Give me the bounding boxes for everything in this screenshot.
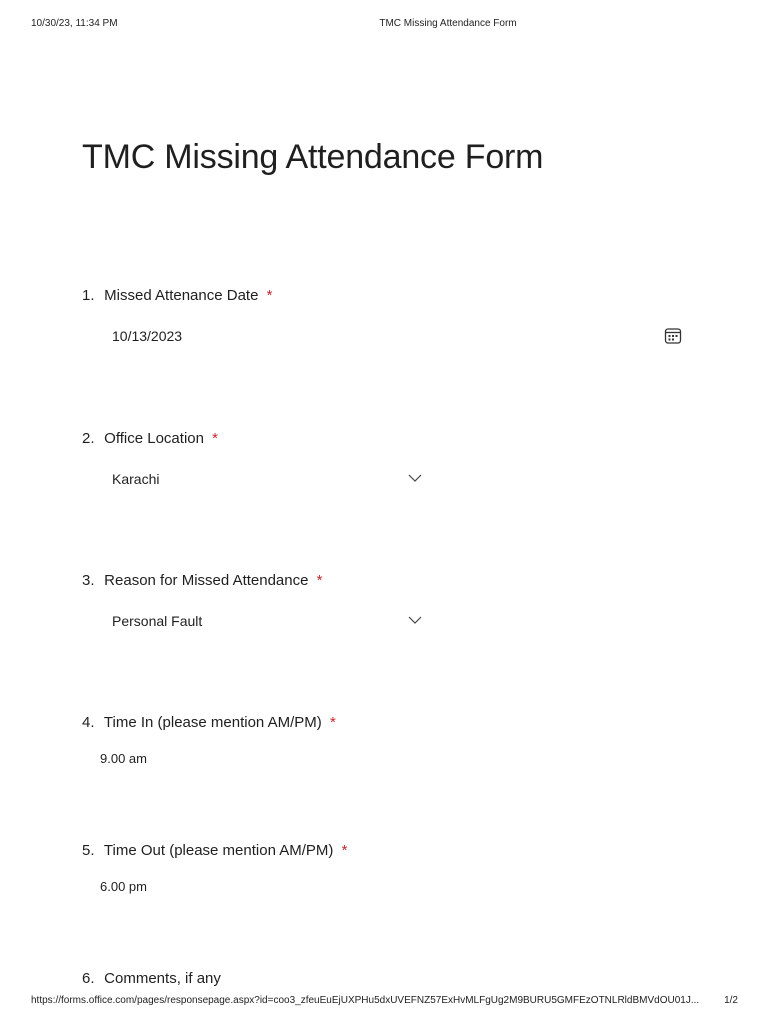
question-1-number: 1.	[82, 287, 95, 304]
chevron-down-icon	[408, 616, 422, 624]
question-6: 6. Comments, if any	[82, 969, 702, 989]
question-3: 3. Reason for Missed Attendance * Person…	[82, 571, 702, 629]
question-3-label: Reason for Missed Attendance	[104, 572, 309, 589]
form-title: TMC Missing Attendance Form	[82, 138, 544, 176]
question-6-header: 6. Comments, if any	[82, 969, 702, 989]
required-marker: *	[341, 842, 348, 859]
print-footer: https://forms.office.com/pages/responsep…	[0, 995, 768, 1009]
question-6-number: 6.	[82, 970, 95, 987]
question-4-label: Time In (please mention AM/PM)	[103, 714, 322, 731]
question-5-number: 5.	[82, 842, 95, 859]
print-header: 10/30/23, 11:34 PM TMC Missing Attendanc…	[0, 18, 768, 32]
time-out-value[interactable]: 6.00 pm	[100, 878, 147, 896]
print-url: https://forms.office.com/pages/responsep…	[31, 995, 700, 1006]
required-marker: *	[329, 714, 336, 731]
required-marker: *	[316, 572, 323, 589]
time-in-value[interactable]: 9.00 am	[100, 750, 147, 768]
question-1-header: 1. Missed Attenance Date *	[82, 286, 702, 306]
reason-select[interactable]: Personal Fault	[112, 609, 422, 633]
question-2-header: 2. Office Location *	[82, 429, 702, 449]
select-value: Karachi	[112, 471, 160, 487]
question-3-number: 3.	[82, 572, 95, 589]
question-1-label: Missed Attenance Date	[104, 287, 259, 304]
question-4: 4. Time In (please mention AM/PM) * 9.00…	[82, 713, 702, 766]
chevron-down-icon	[408, 474, 422, 482]
question-4-number: 4.	[82, 714, 95, 731]
question-5-header: 5. Time Out (please mention AM/PM) *	[82, 841, 702, 861]
print-title: TMC Missing Attendance Form	[379, 18, 517, 29]
question-4-header: 4. Time In (please mention AM/PM) *	[82, 713, 702, 733]
question-1: 1. Missed Attenance Date * 10/13/2023	[82, 286, 702, 344]
date-value: 10/13/2023	[112, 328, 183, 344]
page-number: 1/2	[724, 995, 738, 1006]
required-marker: *	[266, 287, 273, 304]
office-location-select[interactable]: Karachi	[112, 467, 422, 491]
calendar-icon[interactable]	[664, 327, 682, 345]
date-input[interactable]: 10/13/2023	[112, 324, 682, 348]
required-marker: *	[212, 430, 218, 447]
question-6-label: Comments, if any	[104, 970, 221, 987]
question-2: 2. Office Location * Karachi	[82, 429, 702, 487]
question-2-label: Office Location	[104, 430, 204, 447]
select-value: Personal Fault	[112, 613, 203, 629]
question-5: 5. Time Out (please mention AM/PM) * 6.0…	[82, 841, 702, 894]
question-5-label: Time Out (please mention AM/PM)	[103, 842, 334, 859]
question-3-header: 3. Reason for Missed Attendance *	[82, 571, 702, 591]
question-2-number: 2.	[82, 430, 95, 447]
